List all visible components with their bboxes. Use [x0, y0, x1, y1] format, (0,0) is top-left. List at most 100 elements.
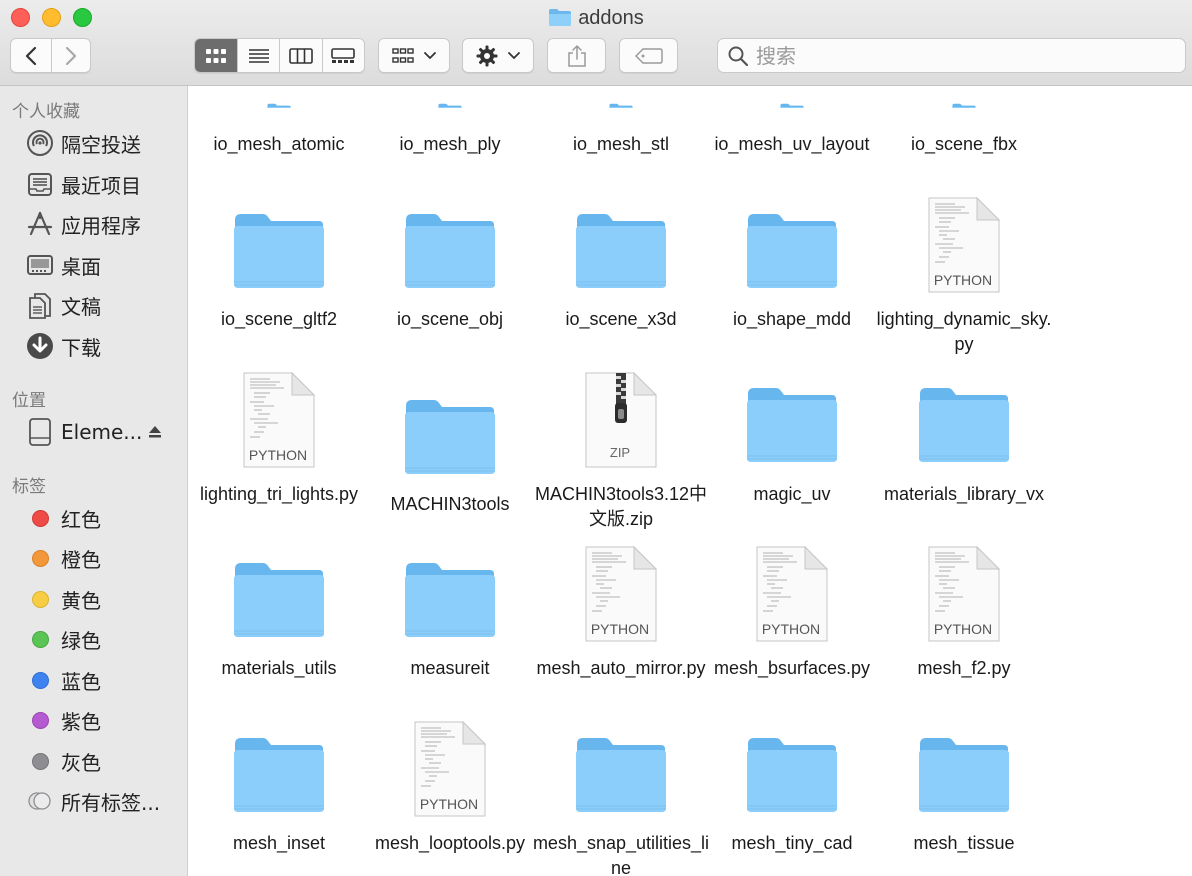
python-file-icon: PYTHON — [243, 372, 315, 468]
sidebar-item-label: 绿色 — [61, 628, 101, 653]
file-name: measureit — [410, 658, 490, 678]
back-button[interactable] — [11, 39, 51, 72]
window-toolbar: addons — [0, 0, 1192, 86]
file-name: mesh_inset — [232, 833, 326, 853]
sidebar-item-desktop[interactable]: 桌面 — [24, 248, 184, 282]
group-by-button[interactable] — [378, 38, 450, 73]
forward-button[interactable] — [50, 39, 91, 72]
sidebar-item-label: 应用程序 — [61, 213, 141, 238]
svg-text:PYTHON: PYTHON — [934, 272, 992, 288]
file-name: io_scene_gltf2 — [220, 309, 338, 329]
icon-view-button[interactable] — [195, 39, 238, 72]
file-name: mesh_looptools.py — [374, 833, 526, 853]
sidebar-tag-purple[interactable]: 紫色 — [24, 703, 184, 737]
search-input[interactable] — [756, 43, 1156, 68]
file-name: io_mesh_atomic — [213, 134, 345, 154]
window-title-text: addons — [578, 7, 644, 29]
file-name: io_mesh_ply — [399, 134, 501, 154]
sidebar-item-label: 橙色 — [61, 547, 101, 572]
folder-icon — [404, 399, 496, 475]
sidebar-heading-tags: 标签 — [12, 477, 46, 497]
folder-icon — [952, 103, 976, 108]
sidebar-tag-green[interactable]: 绿色 — [24, 622, 184, 656]
file-name: io_shape_mdd — [732, 309, 852, 329]
sidebar-heading-locations: 位置 — [12, 391, 46, 411]
sidebar-item-recents[interactable]: 最近项目 — [24, 167, 184, 201]
list-view-button[interactable] — [237, 39, 279, 72]
file-name: mesh_tiny_cad — [731, 833, 853, 853]
list-view-icon — [248, 48, 269, 63]
sidebar-item-applications[interactable]: 应用程序 — [24, 207, 184, 241]
folder-icon — [918, 737, 1010, 813]
svg-text:PYTHON: PYTHON — [591, 621, 649, 637]
sidebar-item-documents[interactable]: 文稿 — [24, 288, 184, 322]
sidebar-all-tags[interactable]: 所有标签... — [24, 784, 184, 818]
tag-color-dot — [31, 671, 49, 689]
applications-icon — [24, 208, 56, 240]
folder-icon — [746, 387, 838, 463]
file-name: io_scene_obj — [396, 309, 504, 329]
folder-icon — [438, 103, 462, 108]
folder-icon — [233, 562, 325, 638]
sidebar-item-label: 蓝色 — [61, 669, 101, 694]
file-name: mesh_f2.py — [917, 658, 1011, 678]
gallery-view-icon — [331, 47, 356, 63]
column-view-icon — [289, 47, 313, 64]
sidebar-tag-blue[interactable]: 蓝色 — [24, 663, 184, 697]
search-icon — [728, 46, 748, 66]
folder-icon — [404, 562, 496, 638]
file-name: mesh_bsurfaces.py — [713, 658, 871, 678]
share-button[interactable] — [547, 38, 606, 73]
folder-icon — [746, 737, 838, 813]
folder-icon — [267, 103, 291, 108]
zip-file-icon: ZIP — [585, 372, 657, 468]
gallery-view-button[interactable] — [321, 39, 364, 72]
sidebar-item-downloads[interactable]: 下载 — [24, 329, 184, 363]
sidebar-item-label: 红色 — [61, 507, 101, 532]
svg-text:PYTHON: PYTHON — [249, 447, 307, 463]
python-file-icon: PYTHON — [928, 546, 1000, 642]
file-name: magic_uv — [753, 484, 831, 504]
recents-icon — [24, 168, 56, 200]
sidebar-item-label: 隔空投送 — [61, 132, 141, 157]
sidebar-item-label: 紫色 — [61, 709, 101, 734]
view-mode-segmented — [194, 38, 365, 73]
sidebar-tag-red[interactable]: 红色 — [24, 501, 184, 535]
python-file-icon: PYTHON — [928, 197, 1000, 293]
column-view-button[interactable] — [279, 39, 321, 72]
tag-icon — [634, 47, 663, 64]
tag-color-dot — [31, 509, 49, 527]
action-menu-button[interactable] — [462, 38, 534, 73]
file-name: mesh_auto_mirror.py — [536, 658, 706, 678]
sidebar-tag-yellow[interactable]: 黄色 — [24, 582, 184, 616]
group-grid-icon — [392, 47, 414, 63]
window-title: addons — [0, 5, 1192, 31]
folder-icon — [233, 737, 325, 813]
sidebar: 个人收藏 隔空投送 最近项目 应用程序 桌面 文稿 下载 位置 Eleme...… — [0, 86, 188, 876]
sidebar-item-label: 所有标签... — [61, 790, 161, 815]
file-name: mesh_snap_utilities_line — [532, 833, 710, 876]
tag-button[interactable] — [619, 38, 678, 73]
svg-text:PYTHON: PYTHON — [420, 796, 478, 812]
svg-text:PYTHON: PYTHON — [934, 621, 992, 637]
sidebar-item-label: 桌面 — [61, 254, 101, 279]
sidebar-item-label: 文稿 — [61, 294, 101, 319]
sidebar-item-label: Eleme... — [61, 420, 143, 444]
search-field[interactable] — [717, 38, 1186, 73]
sidebar-tag-orange[interactable]: 橙色 — [24, 541, 184, 575]
icon-view-icon — [206, 48, 227, 63]
file-name: mesh_tissue — [913, 833, 1015, 853]
eject-icon[interactable] — [147, 424, 163, 440]
folder-icon — [575, 737, 667, 813]
svg-text:ZIP: ZIP — [610, 445, 630, 460]
sidebar-heading-favorites: 个人收藏 — [12, 102, 80, 122]
sidebar-tag-gray[interactable]: 灰色 — [24, 744, 184, 778]
navigation-buttons — [10, 38, 91, 73]
sidebar-item-label: 最近项目 — [61, 173, 141, 198]
sidebar-item-label: 下载 — [61, 335, 101, 360]
file-name: MACHIN3tools3.12中文版.zip — [534, 484, 708, 529]
sidebar-item-airdrop[interactable]: 隔空投送 — [24, 126, 184, 160]
folder-icon — [233, 213, 325, 289]
python-file-icon: PYTHON — [585, 546, 657, 642]
python-file-icon: PYTHON — [414, 721, 486, 817]
